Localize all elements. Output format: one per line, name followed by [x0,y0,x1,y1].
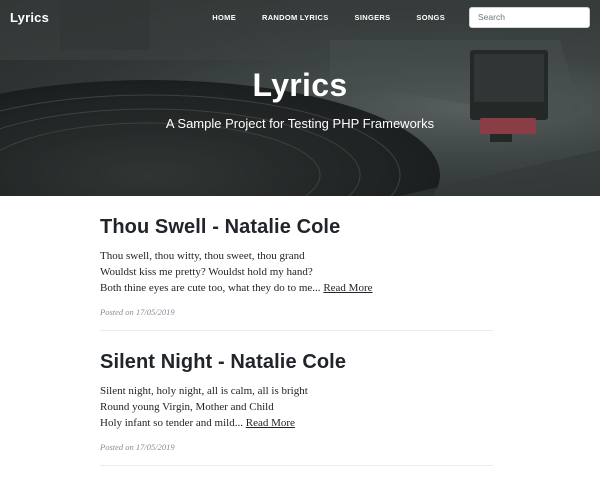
lyric-line: Thou swell, thou witty, thou sweet, thou… [100,250,305,262]
page-subtitle: A Sample Project for Testing PHP Framewo… [165,116,435,131]
post-list: Thou Swell - Natalie Cole Thou swell, th… [100,196,493,466]
top-navbar: Lyrics HOME RANDOM LYRICS SINGERS SONGS [0,0,600,34]
lyric-line-last: Holy infant so tender and mild... Read M… [100,415,493,431]
post-title-link[interactable]: Thou Swell - Natalie Cole [100,216,493,239]
nav-links: HOME RANDOM LYRICS SINGERS SONGS [212,13,445,22]
lyric-line-last: Both thine eyes are cute too, what they … [100,280,493,296]
post-title-link[interactable]: Silent Night - Natalie Cole [100,351,493,374]
page-title: Lyrics [252,67,348,103]
lyric-line-text: Holy infant so tender and mild... [100,417,243,429]
nav-link-songs[interactable]: SONGS [416,13,445,22]
lyric-line-text: Both thine eyes are cute too, what they … [100,282,321,294]
read-more-link[interactable]: Read More [246,417,295,429]
post-preview: Thou Swell - Natalie Cole Thou swell, th… [100,196,493,331]
lyric-line: Silent night, holy night, all is calm, a… [100,385,308,397]
nav-link-random-lyrics[interactable]: RANDOM LYRICS [262,13,329,22]
read-more-link[interactable]: Read More [323,282,372,294]
hero-header: Lyrics HOME RANDOM LYRICS SINGERS SONGS … [0,0,600,196]
brand-logo-link[interactable]: Lyrics [10,10,49,25]
lyric-line: Round young Virgin, Mother and Child [100,401,274,413]
lyric-line: Wouldst kiss me pretty? Wouldst hold my … [100,266,313,278]
post-date: Posted on 17/05/2019 [100,307,175,317]
nav-link-home[interactable]: HOME [212,13,236,22]
nav-link-singers[interactable]: SINGERS [355,13,391,22]
search-input[interactable] [469,6,590,28]
post-preview: Silent Night - Natalie Cole Silent night… [100,331,493,466]
post-date: Posted on 17/05/2019 [100,442,175,452]
